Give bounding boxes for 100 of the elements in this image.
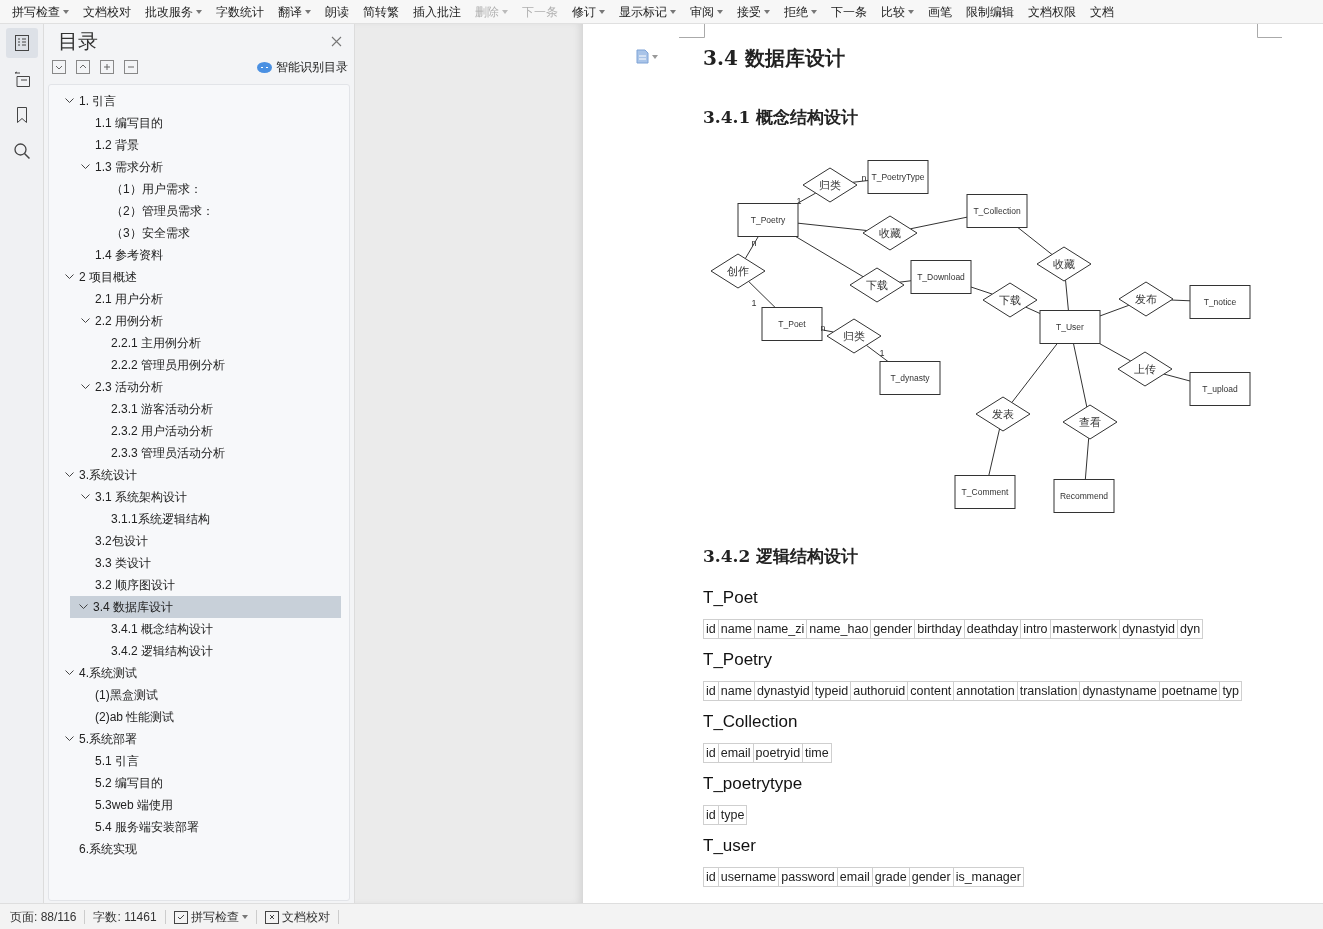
chevron-icon[interactable] [64, 670, 74, 676]
toc-item[interactable]: 6.系统实现 [49, 838, 349, 860]
toc-item[interactable]: 2.2 用例分析 [49, 310, 349, 332]
toc-item[interactable]: 3.2包设计 [49, 530, 349, 552]
toc-item[interactable]: 3.4.1 概念结构设计 [49, 618, 349, 640]
toc-item[interactable]: 3.2 顺序图设计 [49, 574, 349, 596]
toc-item[interactable]: 1.1 编写目的 [49, 112, 349, 134]
connector-line [899, 280, 912, 283]
toolbar-button[interactable]: 显示标记 [619, 2, 676, 21]
table-cell: id [704, 806, 719, 824]
spell-check-button[interactable]: 拼写检查 [173, 907, 248, 926]
caret-icon [196, 9, 202, 14]
toc-item[interactable]: 5.1 引言 [49, 750, 349, 772]
table-cell: password [779, 868, 838, 886]
entity-box: T_PoetryType [867, 160, 929, 194]
toc-item[interactable]: 2.3.3 管理员活动分析 [49, 442, 349, 464]
connector-line [852, 180, 869, 183]
expand-button[interactable] [76, 60, 90, 74]
toc-item[interactable]: 2.2.1 主用例分析 [49, 332, 349, 354]
toolbar-button[interactable]: 批改服务 [145, 2, 202, 21]
toc-item[interactable]: 2 项目概述 [49, 266, 349, 288]
toc-item[interactable]: 2.2.2 管理员用例分析 [49, 354, 349, 376]
chevron-icon[interactable] [80, 494, 90, 500]
caret-icon [717, 9, 723, 14]
connector-line [1011, 343, 1058, 404]
entity-box: T_notice [1189, 285, 1251, 319]
table-cell: id [704, 868, 719, 886]
toc-item[interactable]: (1)黑盒测试 [49, 684, 349, 706]
toc-item[interactable]: 2.3 活动分析 [49, 376, 349, 398]
toolbar-button[interactable]: 审阅 [690, 2, 723, 21]
toc-item[interactable]: 2.1 用户分析 [49, 288, 349, 310]
toolbar-button[interactable]: 画笔 [928, 2, 952, 21]
toolbar-button[interactable]: 拼写检查 [12, 2, 69, 21]
toolbar-button[interactable]: 限制编辑 [966, 2, 1014, 21]
toc-item[interactable]: （1）用户需求： [49, 178, 349, 200]
toc-item[interactable]: 3.1.1系统逻辑结构 [49, 508, 349, 530]
toc-item[interactable]: 2.3.2 用户活动分析 [49, 420, 349, 442]
word-count: 字数: 11461 [93, 908, 157, 926]
chevron-icon[interactable] [64, 472, 74, 478]
table-cell: annotation [954, 682, 1018, 700]
toc-item[interactable]: 2.3.1 游客活动分析 [49, 398, 349, 420]
chevron-icon[interactable] [64, 274, 74, 280]
toolbar-button[interactable]: 文档 [1090, 2, 1114, 21]
toc-item[interactable]: (2)ab 性能测试 [49, 706, 349, 728]
proofread-button[interactable]: 文档校对 [264, 907, 330, 926]
smart-toc-button[interactable]: 智能识别目录 [257, 58, 348, 76]
table-cell: typeid [812, 682, 852, 700]
table-cell: name [718, 682, 755, 700]
toolbar-button[interactable]: 文档权限 [1028, 2, 1076, 21]
toolbar-button[interactable]: 字数统计 [216, 2, 264, 21]
toolbar-button[interactable]: 简转繁 [363, 2, 399, 21]
chevron-icon[interactable] [64, 736, 74, 742]
relationship-diamond: 上传 [1117, 351, 1173, 387]
toolbar-button[interactable]: 比较 [881, 2, 914, 21]
toolbar-button[interactable]: 下一条 [831, 2, 867, 21]
table-cell: deathday [964, 620, 1022, 638]
table-cell: id [704, 744, 719, 762]
chevron-icon[interactable] [80, 164, 90, 170]
table-cell: authoruid [851, 682, 909, 700]
toc-item[interactable]: （3）安全需求 [49, 222, 349, 244]
relationship-diamond: 收藏 [1036, 246, 1092, 282]
chevron-icon[interactable] [80, 318, 90, 324]
toc-item[interactable]: 1.3 需求分析 [49, 156, 349, 178]
toc-item[interactable]: 1.4 参考资料 [49, 244, 349, 266]
toc-item[interactable]: 5.4 服务端安装部署 [49, 816, 349, 838]
chevron-icon[interactable] [64, 98, 74, 104]
toc-item[interactable]: 3.3 类设计 [49, 552, 349, 574]
toc-item[interactable]: 5.2 编写目的 [49, 772, 349, 794]
table-cell: type [718, 806, 748, 824]
chevron-icon[interactable] [80, 384, 90, 390]
toc-item[interactable]: 5.3web 端使用 [49, 794, 349, 816]
toc-item[interactable]: 5.系统部署 [49, 728, 349, 750]
toolbar-button[interactable]: 翻译 [278, 2, 311, 21]
toc-item[interactable]: 3.系统设计 [49, 464, 349, 486]
remove-button[interactable] [124, 60, 138, 74]
toolbar-button[interactable]: 朗读 [325, 2, 349, 21]
toc-item[interactable]: （2）管理员需求： [49, 200, 349, 222]
toolbar-button[interactable]: 插入批注 [413, 2, 461, 21]
table-cell: is_manager [953, 868, 1024, 886]
toc-item[interactable]: 3.4.2 逻辑结构设计 [49, 640, 349, 662]
toc-icon[interactable] [5, 28, 38, 58]
toolbar-button[interactable]: 文档校对 [83, 2, 131, 21]
collapse-button[interactable] [52, 60, 66, 74]
connector-line [909, 216, 968, 230]
toolbar-button[interactable]: 拒绝 [784, 2, 817, 21]
close-icon[interactable] [331, 35, 342, 47]
cloud-icon [257, 61, 272, 73]
toolbar-button[interactable]: 接受 [737, 2, 770, 21]
entity-box: T_Comment [954, 475, 1016, 509]
toolbar-button[interactable]: 修订 [572, 2, 605, 21]
chevron-icon[interactable] [78, 604, 88, 610]
document-icon[interactable] [636, 49, 658, 64]
toc-item[interactable]: 1.2 背景 [49, 134, 349, 156]
toc-item[interactable]: 3.1 系统架构设计 [49, 486, 349, 508]
toc-item[interactable]: 3.4 数据库设计 [70, 596, 341, 618]
toc-item[interactable]: 4.系统测试 [49, 662, 349, 684]
add-button[interactable] [100, 60, 114, 74]
table-cell: dynastyid [755, 682, 813, 700]
toc-item[interactable]: 1. 引言 [49, 90, 349, 112]
connector-line [1163, 373, 1191, 382]
